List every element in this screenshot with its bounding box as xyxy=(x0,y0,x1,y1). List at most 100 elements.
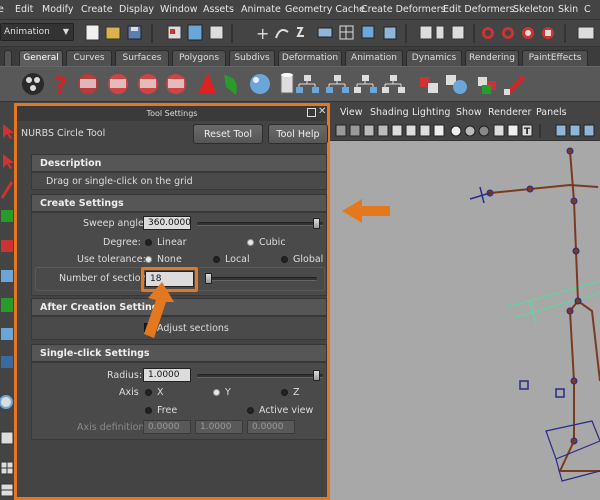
status-line: Animation ▼ + xyxy=(0,20,600,47)
menu-edit-deformers[interactable]: Edit Deformers xyxy=(443,4,514,15)
perspective-viewport[interactable]: View Shading Lighting Show Renderer Pane… xyxy=(330,103,600,500)
shelf-tab-dynamics[interactable]: Dynamics xyxy=(406,50,462,66)
viewport-menu-panels[interactable]: Panels xyxy=(536,107,567,118)
menu-display[interactable]: Display xyxy=(119,4,154,15)
viewport-menu-show[interactable]: Show xyxy=(456,107,482,118)
menu-assets[interactable]: Assets xyxy=(203,4,234,15)
select-tool-icon[interactable] xyxy=(3,124,14,139)
menu-geometry-cache[interactable]: Geometry Cache xyxy=(285,4,365,15)
render-cubes-icon[interactable] xyxy=(478,77,496,94)
circle-tool-icon[interactable] xyxy=(0,395,13,409)
float-window-icon[interactable] xyxy=(307,108,316,117)
sections-slider-thumb[interactable] xyxy=(205,273,212,284)
radius-slider[interactable] xyxy=(197,374,323,378)
single-click-header[interactable]: Single-click Settings xyxy=(31,344,327,362)
shader-sphere-icon[interactable] xyxy=(446,75,467,94)
sphere-icon[interactable] xyxy=(250,74,270,94)
description-header[interactable]: Description xyxy=(31,154,327,172)
layout-split-icon[interactable] xyxy=(0,483,14,497)
radius-slider-thumb[interactable] xyxy=(313,370,320,381)
menu-create-deformers[interactable]: Create Deformers xyxy=(361,4,446,15)
shelf-tab-rendering[interactable]: Rendering xyxy=(465,50,519,66)
menu-create[interactable]: Create xyxy=(81,4,113,15)
viewport-menu-lighting[interactable]: Lighting xyxy=(412,107,450,118)
description-body: Drag or single-click on the grid xyxy=(31,172,327,190)
shelf-tab-general[interactable]: General xyxy=(19,50,63,66)
hierarchy-2-icon[interactable] xyxy=(326,75,349,93)
viewport-menu-shading[interactable]: Shading xyxy=(370,107,409,118)
status-line-icons[interactable]: + xyxy=(0,20,600,47)
manipulator-icon[interactable] xyxy=(1,298,13,312)
hierarchy-4-icon[interactable] xyxy=(382,75,405,93)
menu-file[interactable]: e xyxy=(0,4,4,15)
axis-x-radio[interactable] xyxy=(145,389,152,396)
shelf-tab-surfaces[interactable]: Surfaces xyxy=(115,50,169,66)
sweep-angle-label: Sweep angle: xyxy=(83,218,148,229)
tool-settings-titlebar[interactable]: Tool Settings xyxy=(17,106,327,121)
axis-active-view-radio[interactable] xyxy=(247,407,254,414)
viewport-menu-view[interactable]: View xyxy=(340,107,363,118)
axis-definition-z[interactable]: 0.0000 xyxy=(247,420,295,434)
axis-y-radio[interactable] xyxy=(213,389,220,396)
layout-grid-icon[interactable] xyxy=(0,461,14,475)
menu-constrain[interactable]: C xyxy=(584,4,591,15)
tool-help-button[interactable]: Tool Help xyxy=(268,124,328,144)
radius-input[interactable]: 1.0000 xyxy=(143,368,191,382)
tolerance-global-radio[interactable] xyxy=(281,256,288,263)
help-icon[interactable]: ? xyxy=(53,72,67,100)
after-creation-header[interactable]: After Creation Settings xyxy=(31,298,327,316)
menu-window[interactable]: Window xyxy=(160,4,197,15)
paint-select-icon[interactable] xyxy=(0,181,14,199)
hierarchy-3-icon[interactable] xyxy=(354,75,377,93)
soft-mod-icon[interactable] xyxy=(1,328,13,340)
axis-z-radio[interactable] xyxy=(281,389,288,396)
cylinder-icon[interactable] xyxy=(280,73,294,94)
sweep-angle-slider[interactable] xyxy=(197,222,323,226)
degree-linear-radio[interactable] xyxy=(145,239,152,246)
menu-modify[interactable]: Modify xyxy=(42,4,73,15)
move-tool-icon[interactable] xyxy=(1,210,13,222)
tolerance-none-radio[interactable] xyxy=(145,256,152,263)
mel-script-3-icon[interactable] xyxy=(166,74,186,94)
mel-script-1-icon[interactable] xyxy=(108,74,128,94)
axis-definition-y[interactable]: 1.0000 xyxy=(195,420,243,434)
shelf-tab-curves[interactable]: Curves xyxy=(66,50,112,66)
close-icon[interactable]: ✕ xyxy=(318,106,326,117)
sweep-angle-input[interactable]: 360.0000 xyxy=(143,216,191,230)
select-component-icon xyxy=(209,25,224,40)
axis-free-radio[interactable] xyxy=(145,407,152,414)
textured-icon xyxy=(493,124,505,137)
last-tool-icon[interactable] xyxy=(1,356,13,368)
degree-cubic-radio[interactable] xyxy=(247,239,254,246)
shelf-tab-deformation[interactable]: Deformation xyxy=(278,50,342,66)
shelf-tab-subdivs[interactable]: Subdivs xyxy=(229,50,275,66)
red-cubes-icon[interactable] xyxy=(420,77,438,93)
menu-skin[interactable]: Skin xyxy=(558,4,578,15)
scale-tool-icon[interactable] xyxy=(1,270,13,282)
reset-tool-button[interactable]: Reset Tool xyxy=(193,124,263,144)
paint-brush-icon[interactable] xyxy=(504,75,525,95)
shelf-tab-painteffects[interactable]: PaintEffects xyxy=(522,50,588,66)
script-editor-icon[interactable] xyxy=(78,74,98,94)
shelf-tab-polygons[interactable]: Polygons xyxy=(172,50,226,66)
rotate-tool-icon[interactable] xyxy=(1,240,13,252)
menu-animate[interactable]: Animate xyxy=(241,4,281,15)
shelf-tab-animation[interactable]: Animation xyxy=(345,50,403,66)
wireframe-icon xyxy=(450,125,462,137)
sweep-angle-slider-thumb[interactable] xyxy=(313,218,320,229)
green-tool-icon[interactable] xyxy=(224,75,237,95)
shelf-tab-scroll[interactable] xyxy=(4,50,12,66)
menu-edit[interactable]: Edit xyxy=(15,4,33,15)
hierarchy-1-icon[interactable] xyxy=(296,75,319,93)
viewport-menu-renderer[interactable]: Renderer xyxy=(488,107,531,118)
sections-slider[interactable] xyxy=(205,277,317,281)
create-settings-header[interactable]: Create Settings xyxy=(31,194,327,212)
menu-skeleton[interactable]: Skeleton xyxy=(513,4,554,15)
lasso-tool-icon[interactable] xyxy=(3,154,14,169)
layout-single-icon[interactable] xyxy=(0,431,14,445)
film-reel-icon[interactable] xyxy=(22,73,44,95)
axis-definition-x[interactable]: 0.0000 xyxy=(143,420,191,434)
red-tool-icon[interactable] xyxy=(198,73,216,93)
mel-script-2-icon[interactable] xyxy=(138,74,158,94)
tolerance-local-radio[interactable] xyxy=(213,256,220,263)
